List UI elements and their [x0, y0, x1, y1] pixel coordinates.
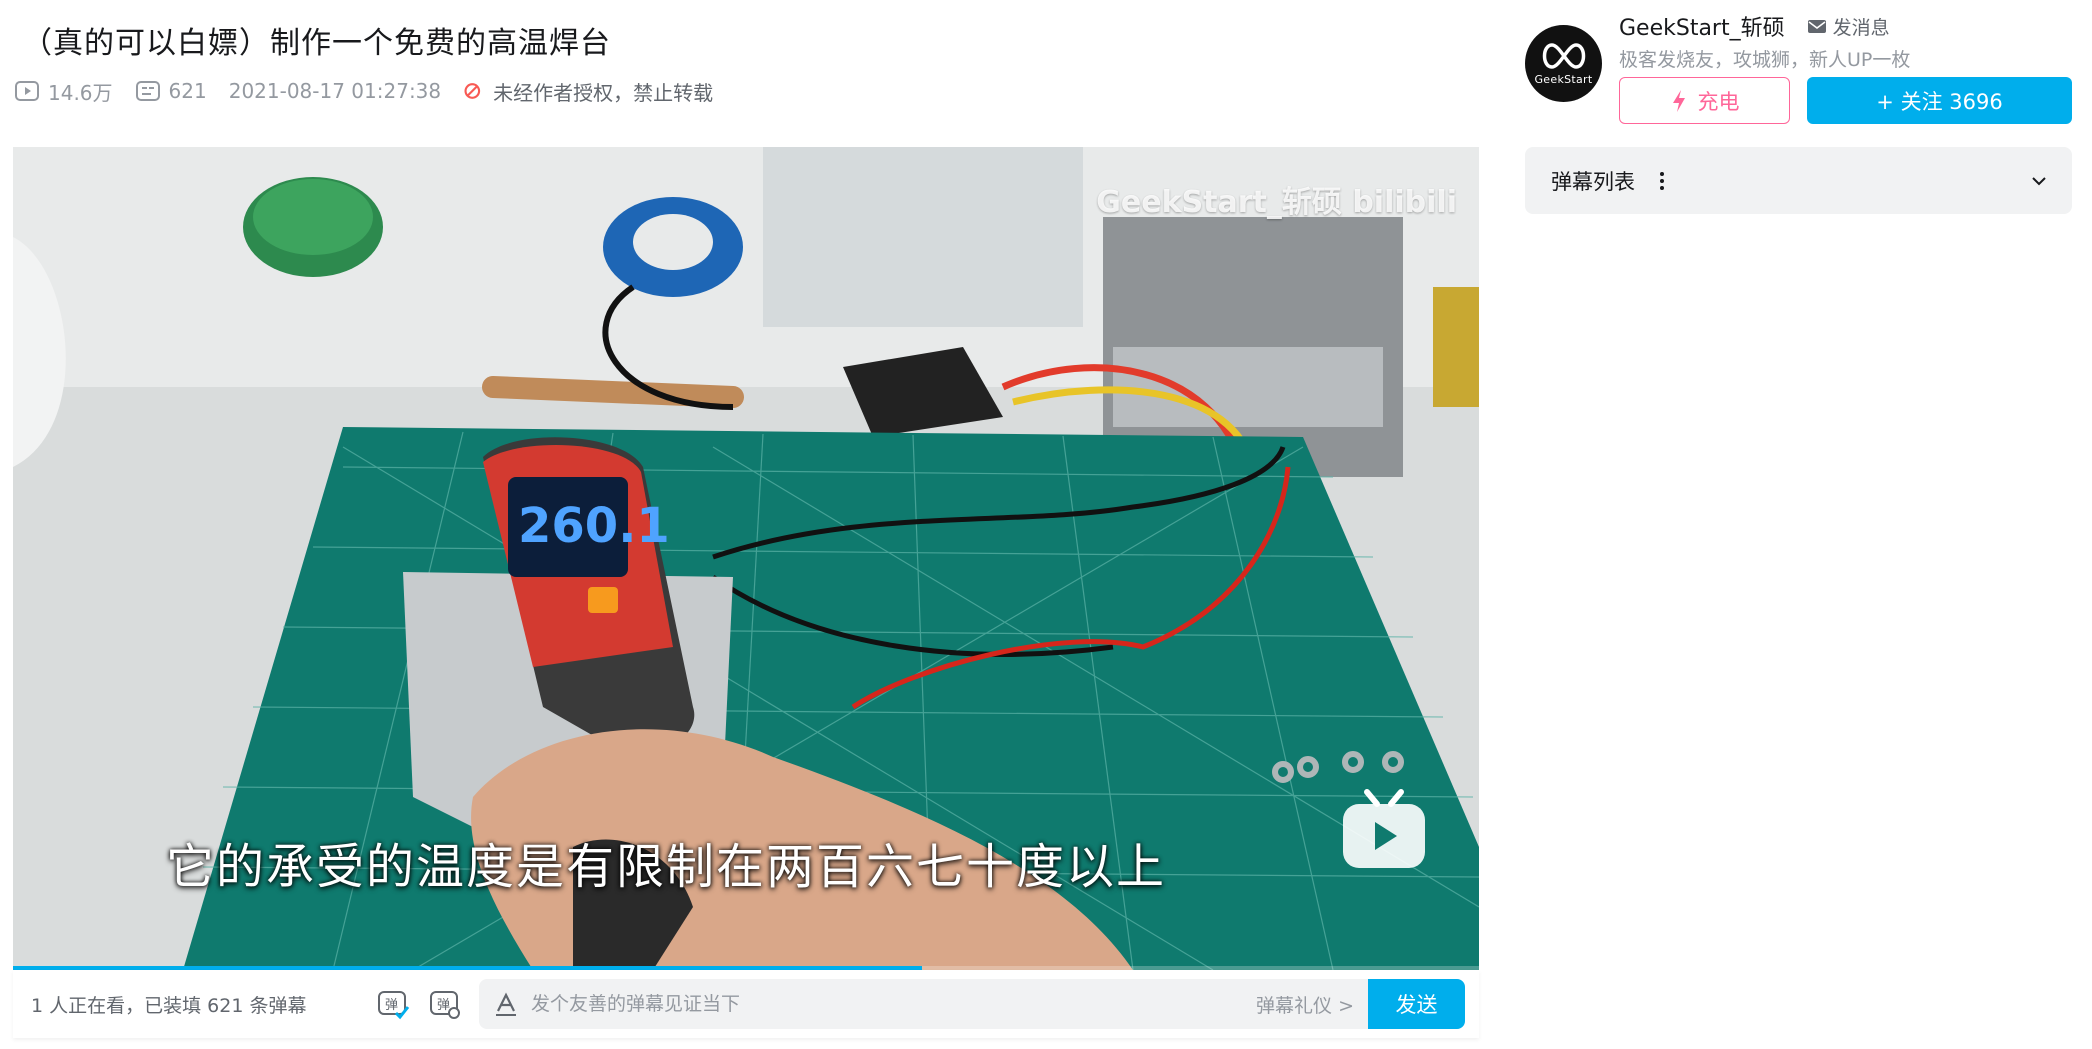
svg-text:弹: 弹 — [437, 998, 450, 1013]
danmaku-settings-icon: 弹 — [430, 991, 460, 1019]
video-title: （真的可以白嫖）制作一个免费的高温焊台 — [22, 26, 611, 61]
danmaku-input-wrapper: 弹幕礼仪 > — [479, 979, 1368, 1029]
uploader-name[interactable]: GeekStart_斩硕 — [1619, 10, 1785, 42]
send-message-link[interactable]: 发消息 — [1807, 13, 1890, 40]
uploader-avatar[interactable]: GeekStart — [1525, 25, 1602, 102]
video-meta: 14.6万 621 2021-08-17 01:27:38 未经作者授权，禁止转… — [14, 76, 735, 106]
lightning-icon — [1672, 89, 1685, 112]
danmaku-send-bar: 1 人正在看，已装填 621 条弹幕 弹 弹 弹幕礼仪 > 发送 — [13, 970, 1479, 1038]
svg-text:260.1: 260.1 — [518, 498, 670, 554]
danmaku-input[interactable] — [531, 993, 1257, 1015]
video-player[interactable]: 260.1 GeekStart_斩硕 bilibili 它的承受的温度是有限制在… — [13, 147, 1479, 970]
send-danmaku-button[interactable]: 发送 — [1368, 979, 1465, 1029]
geekstart-logo-icon — [1542, 43, 1585, 69]
no-repost-icon — [464, 83, 481, 99]
text-style-icon[interactable] — [493, 991, 519, 1017]
mail-icon — [1807, 20, 1826, 33]
view-count: 14.6万 — [14, 77, 113, 106]
danmaku-toggle-icon: 弹 — [378, 991, 410, 1020]
uploader-name-row: GeekStart_斩硕 发消息 — [1619, 10, 1890, 42]
uploader-bio: 极客发烧友，攻城狮，新人UP一枚 — [1619, 49, 1911, 71]
video-watermark: GeekStart_斩硕 bilibili — [1096, 185, 1457, 220]
danmaku-toggle-button[interactable]: 弹 — [373, 984, 413, 1024]
danmaku-etiquette-link[interactable]: 弹幕礼仪 > — [1256, 991, 1354, 1018]
video-subtitle: 它的承受的温度是有限制在两百六七十度以上 — [165, 839, 1166, 895]
danmaku-list-panel[interactable]: 弹幕列表 — [1525, 147, 2072, 214]
danmaku-settings-button[interactable]: 弹 — [425, 984, 465, 1024]
danmaku-list-title: 弹幕列表 — [1551, 169, 1635, 194]
bilibili-play-icon — [1343, 789, 1425, 868]
charge-button[interactable]: 充电 — [1619, 77, 1790, 124]
chevron-down-icon[interactable] — [2028, 170, 2050, 192]
copyright-notice: 未经作者授权，禁止转载 — [463, 77, 713, 106]
more-options-icon[interactable] — [1657, 169, 1667, 193]
danmaku-count: 621 — [135, 79, 207, 103]
danmaku-count-icon — [135, 81, 160, 101]
svg-text:弹: 弹 — [385, 998, 398, 1013]
follow-button[interactable]: + 关注 3696 — [1807, 77, 2072, 124]
play-count-icon — [15, 81, 39, 101]
publish-time: 2021-08-17 01:27:38 — [228, 79, 442, 103]
viewers-status: 1 人正在看，已装填 621 条弹幕 — [31, 994, 307, 1017]
